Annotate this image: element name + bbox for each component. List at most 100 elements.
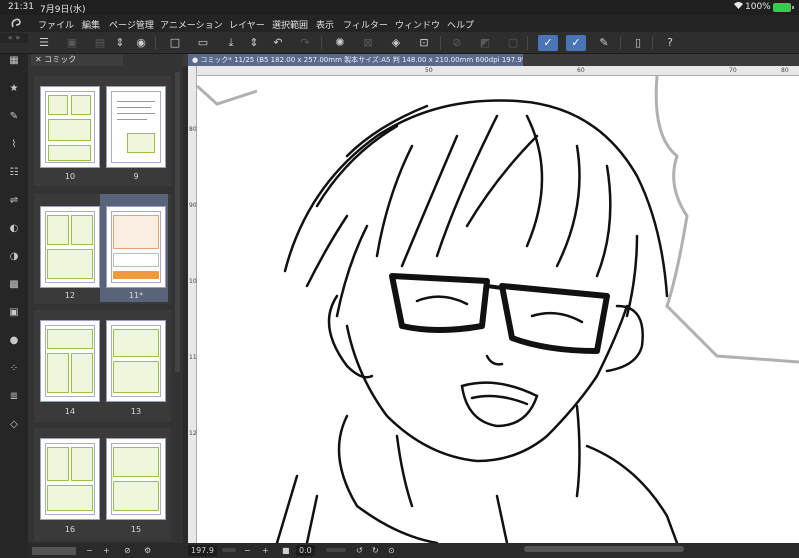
page-thumbnail[interactable] (40, 320, 100, 402)
left-ruler: 80 90 100 110 120 (188, 66, 200, 543)
page-thumbnail-selected[interactable] (106, 206, 166, 288)
rotation-slider[interactable] (326, 548, 346, 552)
menu-file[interactable]: ファイル (38, 18, 74, 31)
page-number: 12 (64, 291, 76, 300)
menu-view[interactable]: 表示 (316, 18, 334, 31)
sliders-icon[interactable]: ☷ (7, 166, 21, 180)
settings-icon[interactable]: ⚙ (144, 545, 151, 556)
ruler-label: 80 (189, 126, 197, 133)
up-down-arrows-icon[interactable]: ⇕ (246, 35, 262, 51)
page-thumbnail[interactable] (40, 438, 100, 520)
zoom-in-button[interactable]: + (103, 545, 110, 556)
new-file-icon[interactable]: □ (167, 35, 183, 51)
page-spread: 12 11* (34, 194, 171, 304)
ruler-label: 90 (189, 202, 197, 209)
adjustment-icon[interactable]: ⇌ (7, 194, 21, 208)
battery-icon (773, 3, 794, 12)
undo-icon[interactable]: ↶ (270, 35, 286, 51)
zoom-out-button[interactable]: − (86, 545, 93, 556)
reset-rotation-icon[interactable]: ⊙ (388, 545, 395, 556)
layers-panel-icon[interactable]: ▦ (7, 54, 21, 68)
snap-to-ruler-icon[interactable]: ✓ (538, 35, 558, 51)
fit-icon[interactable]: ■ (282, 545, 290, 556)
snap-to-grid-icon[interactable]: ✎ (596, 35, 612, 51)
close-file-icon[interactable]: ▣ (64, 35, 80, 51)
page-manager-panel: ✕ コミック 10 9 12 11* 14 13 16 15 (28, 54, 183, 543)
rotation-field[interactable]: 0.0 (296, 545, 315, 556)
clear-layer-icon[interactable]: ⊠ (360, 35, 376, 51)
collapse-arrows-icon[interactable]: « » (0, 33, 28, 43)
top-ruler: 50 60 70 80 (197, 66, 799, 76)
toolbar-divider (527, 36, 528, 50)
deselect-icon[interactable]: ⊘ (449, 35, 465, 51)
navigator-icon[interactable]: ▣ (7, 306, 21, 320)
app-window: 21:31 7月9日(水) 100% ファイル 編集 ページ管理 アニメーション… (0, 0, 799, 558)
layer-properties-icon[interactable]: ◐ (7, 222, 21, 236)
droplet-icon[interactable]: ● (7, 334, 21, 348)
stack-icon[interactable]: ≣ (7, 390, 21, 404)
zoom-out-button[interactable]: − (244, 545, 251, 556)
document-tab[interactable]: ● コミック* 11/25 (B5 182.00 x 257.00mm 製本サイ… (188, 54, 523, 66)
app-logo-icon[interactable] (10, 17, 22, 32)
page-thumbnail[interactable] (106, 86, 166, 168)
menu-animation[interactable]: アニメーション (160, 18, 223, 31)
pen-icon[interactable]: ✎ (7, 110, 21, 124)
transform-icon[interactable]: ⊡ (416, 35, 432, 51)
menu-edit[interactable]: 編集 (82, 18, 100, 31)
layer-stack-icon[interactable]: ▤ (92, 35, 108, 51)
link-icon[interactable]: ⊘ (124, 545, 131, 556)
save-icon[interactable]: ⤓ (223, 35, 239, 51)
toolbar-divider (652, 36, 653, 50)
panel-tab[interactable]: ✕ コミック (31, 54, 123, 66)
color-wheel-icon[interactable]: ◑ (7, 250, 21, 264)
menu-filter[interactable]: フィルター (343, 18, 388, 31)
camera-icon[interactable]: ◉ (133, 35, 149, 51)
page-thumbnail[interactable] (106, 320, 166, 402)
page-number: 13 (130, 407, 142, 416)
zoom-slider[interactable] (222, 548, 236, 552)
menu-page-management[interactable]: ページ管理 (109, 18, 154, 31)
invert-selection-icon[interactable]: ◩ (477, 35, 493, 51)
close-icon[interactable]: ✕ (35, 55, 44, 64)
page-thumbnail[interactable] (40, 206, 100, 288)
snap-to-special-ruler-icon[interactable]: ✓ (566, 35, 586, 51)
hamburger-menu-icon[interactable]: ☰ (36, 35, 52, 51)
brush-icon[interactable]: ⌇ (7, 138, 21, 152)
page-thumbnail[interactable] (40, 86, 100, 168)
ruler-label: 80 (781, 67, 789, 74)
layers-icon[interactable]: ◇ (7, 418, 21, 432)
line-art-drawing (197, 76, 799, 543)
page-thumbnail[interactable] (106, 438, 166, 520)
zoom-level-field[interactable]: 197.9 (188, 545, 217, 556)
star-icon[interactable]: ★ (7, 82, 21, 96)
smartphone-icon[interactable]: ▯ (630, 35, 646, 51)
brush-size-preview[interactable] (32, 547, 76, 555)
panel-scrollbar[interactable] (175, 72, 180, 372)
help-icon[interactable]: ? (662, 35, 678, 51)
drawing-canvas[interactable] (197, 76, 799, 543)
toolbar-divider (620, 36, 621, 50)
menu-layer[interactable]: レイヤー (229, 18, 265, 31)
menu-help[interactable]: ヘルプ (447, 18, 474, 31)
menu-window[interactable]: ウィンドウ (395, 18, 440, 31)
up-down-arrows-icon[interactable]: ⇕ (112, 35, 128, 51)
redo-icon[interactable]: ↷ (297, 35, 313, 51)
loading-spinner-icon[interactable]: ✺ (332, 35, 348, 51)
document-tab-title: コミック* 11/25 (B5 182.00 x 257.00mm 製本サイズ:… (200, 56, 523, 64)
page-number: 15 (130, 525, 142, 534)
page-number: 14 (64, 407, 76, 416)
menu-selection[interactable]: 選択範囲 (272, 18, 308, 31)
material-icon[interactable]: ⁘ (7, 362, 21, 376)
selection-border-icon[interactable]: ▢ (505, 35, 521, 51)
rotate-left-icon[interactable]: ↺ (356, 545, 363, 556)
fill-icon[interactable]: ◈ (388, 35, 404, 51)
canvas-horizontal-scrollbar[interactable] (524, 546, 684, 552)
zoom-in-button[interactable]: + (262, 545, 269, 556)
color-set-icon[interactable]: ▩ (7, 278, 21, 292)
rotate-right-icon[interactable]: ↻ (372, 545, 379, 556)
toolbar-divider (321, 36, 322, 50)
battery-percent: 100% (745, 2, 771, 12)
status-time: 21:31 (8, 2, 34, 12)
page-number: 16 (64, 525, 76, 534)
open-folder-icon[interactable]: ▭ (195, 35, 211, 51)
